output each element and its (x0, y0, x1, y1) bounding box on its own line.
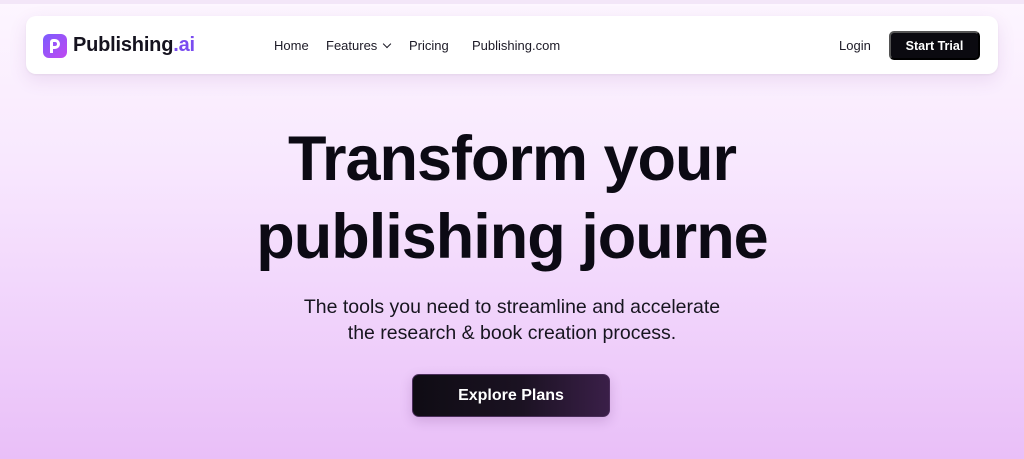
nav-link-pricing[interactable]: Pricing (409, 38, 449, 54)
brand-name: Publishing (73, 34, 174, 56)
publishing-p-logo-icon (43, 33, 67, 58)
explore-plans-button[interactable]: Explore Plans (412, 374, 610, 417)
nav-link-features-label: Features (326, 38, 378, 53)
nav-link-publishing-com[interactable]: Publishing.com (472, 38, 560, 54)
hero-title: Transform your publishing journe (0, 120, 1024, 276)
hero-subtitle-line-1: The tools you need to streamline and acc… (303, 296, 721, 318)
hero-subtitle: The tools you need to streamline and acc… (0, 294, 1024, 346)
brand-name-accent: .ai (173, 34, 195, 56)
nav-link-features[interactable]: Features (326, 38, 392, 54)
hero-title-line-2: publishing journe (256, 202, 768, 272)
top-navbar: Publishing.ai Home Features Pricing Publ… (26, 16, 998, 74)
top-edge-strip (0, 0, 1024, 4)
brand-logo[interactable]: Publishing.ai (43, 33, 195, 58)
nav-link-home[interactable]: Home (274, 38, 309, 54)
login-link[interactable]: Login (839, 38, 871, 54)
chevron-down-icon (383, 39, 392, 49)
start-trial-button[interactable]: Start Trial (889, 31, 980, 60)
brand-wordmark: Publishing.ai (73, 34, 195, 57)
hero-subtitle-line-2: the research & book creation process. (347, 322, 677, 344)
hero-title-line-1: Transform your (287, 124, 737, 194)
